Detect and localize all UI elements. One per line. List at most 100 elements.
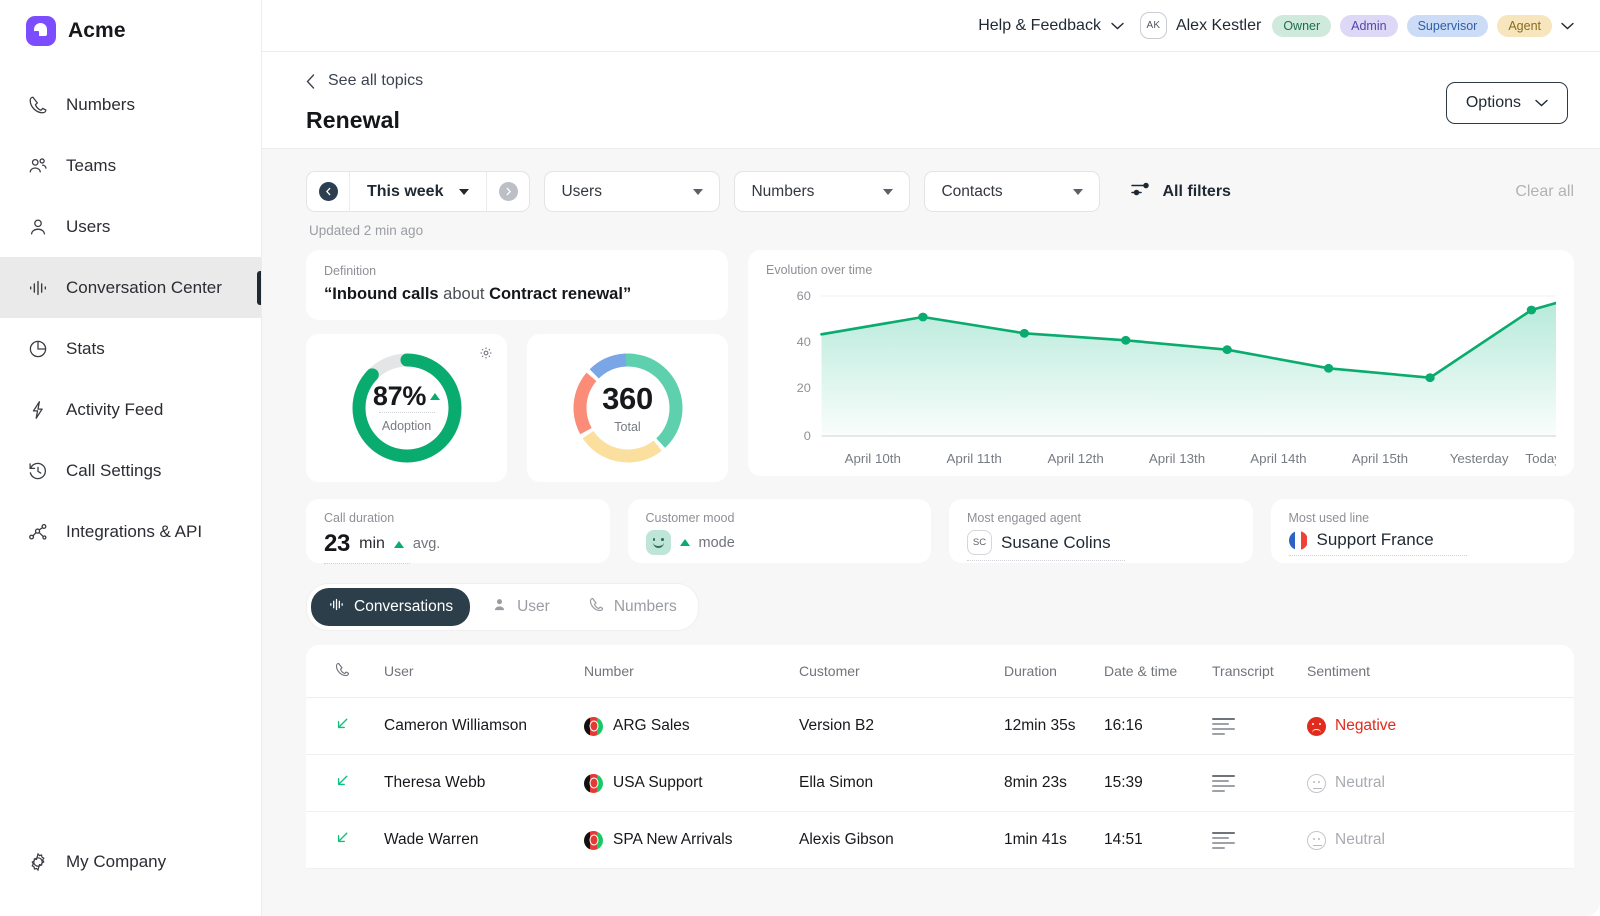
phone-icon — [26, 93, 50, 117]
column-header-direction — [306, 645, 384, 698]
status-badge: Neutral — [1307, 831, 1574, 850]
kpi-call-duration: Call duration 23min avg. — [306, 499, 610, 563]
cell-datetime: 16:16 — [1104, 698, 1212, 755]
sentiment-label: Neutral — [1335, 774, 1385, 792]
sidebar-item-users[interactable]: Users — [0, 196, 261, 257]
all-filters-button[interactable]: All filters — [1130, 180, 1230, 203]
sidebar-item-stats[interactable]: Stats — [0, 318, 261, 379]
sidebar-item-integrations-api[interactable]: Integrations & API — [0, 501, 261, 562]
total-donut-center: 360 Total — [570, 350, 686, 466]
dotted-underline — [967, 560, 1125, 561]
people-icon — [26, 154, 50, 178]
kpi-label: Customer mood — [646, 511, 914, 525]
transcript-icon — [1212, 832, 1235, 849]
cell-sentiment: Neutral — [1307, 812, 1574, 869]
gear-icon[interactable] — [479, 346, 493, 365]
filter-select-users[interactable]: Users — [544, 171, 720, 212]
table-row[interactable]: Theresa Webb USA Support Ella Simon 8min… — [306, 755, 1574, 812]
clear-all-button[interactable]: Clear all — [1515, 183, 1574, 201]
back-link-label: See all topics — [328, 72, 423, 90]
definition-quote-close: ” — [623, 285, 631, 303]
date-range-select[interactable]: This week — [350, 183, 486, 201]
help-feedback-menu[interactable]: Help & Feedback — [978, 17, 1124, 35]
sidebar-item-teams[interactable]: Teams — [0, 135, 261, 196]
tab-label: Numbers — [614, 598, 677, 616]
options-button[interactable]: Options — [1446, 82, 1568, 124]
cell-datetime: 15:39 — [1104, 755, 1212, 812]
definition-part1: Inbound calls — [332, 285, 438, 303]
lightning-icon — [26, 398, 50, 422]
filter-select-contacts[interactable]: Contacts — [924, 171, 1100, 212]
all-filters-label: All filters — [1162, 183, 1230, 201]
x-tick-5: April 15th — [1352, 451, 1408, 466]
cell-duration: 12min 35s — [1004, 698, 1104, 755]
cell-number: USA Support — [584, 755, 799, 812]
back-to-topics-link[interactable]: See all topics — [306, 72, 1574, 90]
cell-customer: Ella Simon — [799, 755, 1004, 812]
definition-quote-open: “ — [324, 285, 332, 303]
kpi-value-row: SC Susane Colins — [967, 530, 1235, 555]
waveform-icon — [26, 276, 50, 300]
avatar: AK — [1140, 12, 1167, 39]
chevron-down-icon[interactable] — [1561, 22, 1574, 30]
table-row[interactable]: Cameron Williamson ARG Sales Version B2 … — [306, 698, 1574, 755]
transcript-icon — [1212, 718, 1235, 735]
tab-numbers[interactable]: Numbers — [571, 588, 694, 626]
cell-direction — [306, 698, 384, 755]
sidebar-item-label: Users — [66, 217, 110, 237]
sidebar-item-numbers[interactable]: Numbers — [0, 74, 261, 135]
table-header-row: User Number Customer Duration Date & tim… — [306, 645, 1574, 698]
filter-select-label: Contacts — [941, 183, 1002, 201]
cell-direction — [306, 812, 384, 869]
app-root: Acme Numbers Teams Users Conversation Ce… — [0, 0, 1600, 916]
sidebar-item-call-settings[interactable]: Call Settings — [0, 440, 261, 501]
kpi-suffix: mode — [699, 535, 735, 551]
cell-user: Wade Warren — [384, 812, 584, 869]
sidebar-item-activity-feed[interactable]: Activity Feed — [0, 379, 261, 440]
donut-cards: 87% Adoption — [306, 334, 728, 482]
column-header-transcript: Transcript — [1212, 645, 1307, 698]
chevron-down-icon — [459, 189, 469, 195]
user-menu[interactable]: AK Alex Kestler Owner Admin Supervisor A… — [1140, 12, 1574, 39]
next-period-button[interactable] — [487, 172, 529, 211]
adoption-donut: 87% Adoption — [349, 350, 465, 466]
acme-logo-icon — [26, 16, 56, 46]
cell-direction — [306, 755, 384, 812]
date-range-control: This week — [306, 171, 530, 212]
nodes-icon — [26, 520, 50, 544]
definition-label: Definition — [324, 264, 710, 278]
dotted-underline — [1289, 555, 1467, 556]
definition-card: Definition “Inbound calls about Contract… — [306, 250, 728, 320]
waveform-icon — [328, 596, 345, 618]
country-flag-icon — [584, 774, 603, 793]
cell-user: Theresa Webb — [384, 755, 584, 812]
kpi-value: Susane Colins — [1001, 533, 1111, 553]
previous-period-button[interactable] — [307, 172, 349, 211]
cell-transcript[interactable] — [1212, 812, 1307, 869]
role-badge-owner: Owner — [1272, 15, 1331, 37]
sun-gear-icon — [26, 850, 50, 874]
cell-number: ARG Sales — [584, 698, 799, 755]
column-header-number: Number — [584, 645, 799, 698]
total-donut: 360 Total — [570, 350, 686, 466]
sidebar-item-label: Teams — [66, 156, 116, 176]
sidebar-item-conversation-center[interactable]: Conversation Center — [0, 257, 261, 318]
help-feedback-label: Help & Feedback — [978, 17, 1101, 35]
cell-transcript[interactable] — [1212, 698, 1307, 755]
chevron-down-icon — [693, 189, 703, 195]
sentiment-label: Neutral — [1335, 831, 1385, 849]
sliders-icon — [1130, 180, 1150, 203]
tab-user[interactable]: User — [474, 588, 567, 626]
table-row[interactable]: Wade Warren SPA New Arrivals Alexis Gibs… — [306, 812, 1574, 869]
number-label: SPA New Arrivals — [613, 831, 732, 849]
tab-conversations[interactable]: Conversations — [311, 588, 470, 626]
cell-duration: 1min 41s — [1004, 812, 1104, 869]
sidebar-item-label: Stats — [66, 339, 105, 359]
filter-select-numbers[interactable]: Numbers — [734, 171, 910, 212]
sidebar-item-my-company[interactable]: My Company — [0, 831, 261, 892]
cell-transcript[interactable] — [1212, 755, 1307, 812]
brand[interactable]: Acme — [0, 0, 261, 62]
kpi-value-row: 23min avg. — [324, 530, 592, 558]
sidebar-nav: Numbers Teams Users Conversation Center … — [0, 74, 261, 562]
incoming-call-icon — [334, 776, 351, 793]
